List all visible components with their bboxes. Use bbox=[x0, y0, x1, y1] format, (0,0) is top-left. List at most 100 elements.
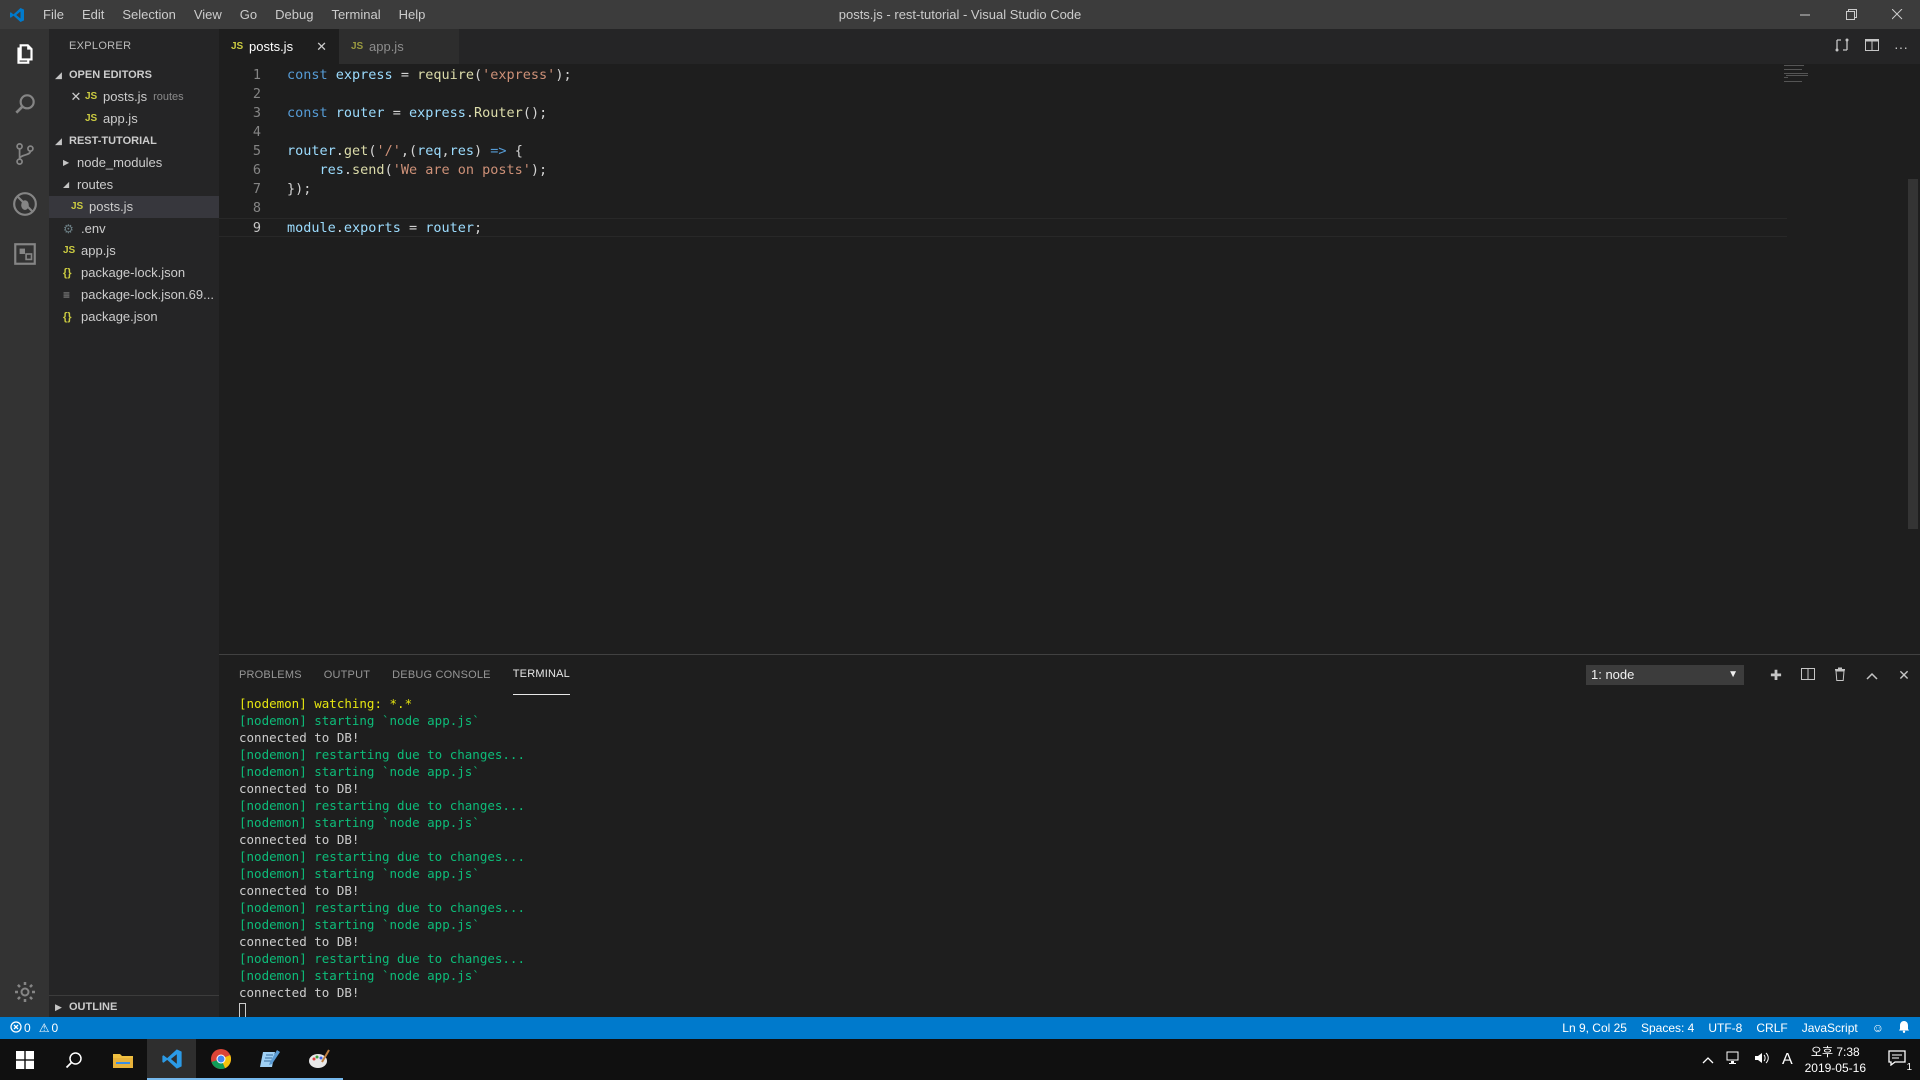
new-terminal-icon[interactable]: ✚ bbox=[1760, 667, 1792, 684]
feedback-smiley-icon[interactable]: ☺ bbox=[1872, 1021, 1884, 1035]
bell-icon[interactable] bbox=[1898, 1020, 1910, 1036]
code-editor[interactable]: 1 const express = require('express'); 2 3… bbox=[219, 64, 1920, 654]
terminal-line: [nodemon] restarting due to changes... bbox=[239, 747, 525, 762]
code-line: 1 const express = require('express'); bbox=[219, 66, 1920, 85]
menu-file[interactable]: File bbox=[34, 0, 73, 29]
end-of-line[interactable]: CRLF bbox=[1756, 1021, 1787, 1035]
terminal-line: [nodemon] restarting due to changes... bbox=[239, 849, 525, 864]
encoding[interactable]: UTF-8 bbox=[1708, 1021, 1742, 1035]
open-editors-section[interactable]: ◢ OPEN EDITORS bbox=[49, 64, 219, 86]
network-icon[interactable] bbox=[1726, 1051, 1742, 1068]
problems-status[interactable]: 0 ⚠ 0 bbox=[0, 1020, 58, 1036]
settings-file-icon: ⚙ bbox=[63, 222, 74, 236]
extensions-icon[interactable] bbox=[0, 229, 49, 279]
minimize-button[interactable] bbox=[1782, 0, 1828, 29]
split-terminal-icon[interactable] bbox=[1792, 667, 1824, 684]
chevron-right-icon: ▶ bbox=[63, 158, 70, 167]
menu-debug[interactable]: Debug bbox=[266, 0, 322, 29]
outline-label: OUTLINE bbox=[69, 1000, 118, 1013]
terminal-line: [nodemon] starting `node app.js` bbox=[239, 764, 480, 779]
file-label: posts.js bbox=[89, 199, 134, 214]
ime-indicator[interactable]: A bbox=[1782, 1051, 1793, 1069]
chevron-up-icon[interactable] bbox=[1702, 1053, 1714, 1067]
maximize-panel-icon[interactable] bbox=[1856, 667, 1888, 683]
file-package-lock-backup[interactable]: ≡ package-lock.json.69... bbox=[49, 284, 219, 306]
close-icon[interactable]: ✕ bbox=[67, 86, 85, 108]
terminal-line: [nodemon] starting `node app.js` bbox=[239, 815, 480, 830]
volume-icon[interactable] bbox=[1754, 1051, 1770, 1068]
scrollbar-thumb[interactable] bbox=[1908, 179, 1918, 529]
close-icon[interactable]: ✕ bbox=[316, 39, 327, 55]
menu-edit[interactable]: Edit bbox=[73, 0, 113, 29]
minimap[interactable] bbox=[1784, 64, 1824, 94]
terminal-line: connected to DB! bbox=[239, 832, 360, 847]
code-line: 2 bbox=[219, 85, 1920, 104]
vscode-taskbar-icon[interactable] bbox=[147, 1039, 196, 1080]
indentation[interactable]: Spaces: 4 bbox=[1641, 1021, 1694, 1035]
open-editor-app-js[interactable]: JS app.js bbox=[49, 108, 219, 130]
tab-terminal[interactable]: TERMINAL bbox=[512, 655, 570, 695]
line-number: 6 bbox=[252, 162, 261, 178]
json-file-icon: {} bbox=[63, 267, 72, 279]
search-icon[interactable] bbox=[0, 79, 49, 129]
file-posts-js[interactable]: JS posts.js bbox=[49, 196, 219, 218]
menu-go[interactable]: Go bbox=[231, 0, 266, 29]
close-panel-icon[interactable]: ✕ bbox=[1888, 667, 1920, 684]
split-editor-icon[interactable] bbox=[1864, 37, 1880, 56]
tab-app-js[interactable]: JS app.js bbox=[339, 29, 459, 64]
terminal-line: [nodemon] restarting due to changes... bbox=[239, 951, 525, 966]
restore-button[interactable] bbox=[1828, 0, 1874, 29]
clock[interactable]: 오후 7:38 2019-05-16 bbox=[1805, 1044, 1866, 1076]
editor-scrollbar[interactable] bbox=[1906, 64, 1920, 654]
tab-output[interactable]: OUTPUT bbox=[324, 655, 381, 695]
title-bar: File Edit Selection View Go Debug Termin… bbox=[0, 0, 1920, 29]
menu-terminal[interactable]: Terminal bbox=[322, 0, 389, 29]
search-icon[interactable] bbox=[49, 1039, 98, 1080]
file-explorer-icon[interactable] bbox=[98, 1039, 147, 1080]
paint-icon[interactable] bbox=[294, 1039, 343, 1080]
js-file-icon: JS bbox=[85, 113, 98, 124]
panel-actions: 1: node ▼ ✚ ✕ bbox=[1586, 655, 1920, 695]
code-line: 3 const router = express.Router(); bbox=[219, 104, 1920, 123]
cursor-position[interactable]: Ln 9, Col 25 bbox=[1562, 1021, 1627, 1035]
file-env[interactable]: ⚙ .env bbox=[49, 218, 219, 240]
menu-view[interactable]: View bbox=[185, 0, 231, 29]
terminal-select[interactable]: 1: node ▼ bbox=[1586, 665, 1744, 685]
tab-problems[interactable]: PROBLEMS bbox=[239, 655, 313, 695]
menu-help[interactable]: Help bbox=[390, 0, 435, 29]
open-editor-posts-js[interactable]: ✕ JS posts.js routes bbox=[49, 86, 219, 108]
source-control-icon[interactable] bbox=[0, 129, 49, 179]
line-number: 3 bbox=[252, 105, 261, 121]
notification-count: 1 bbox=[1906, 1062, 1912, 1073]
open-changes-icon[interactable] bbox=[1834, 37, 1850, 56]
menu-selection[interactable]: Selection bbox=[113, 0, 184, 29]
more-actions-icon[interactable]: ··· bbox=[1894, 39, 1908, 55]
outline-section[interactable]: ▶ OUTLINE bbox=[49, 995, 219, 1017]
js-file-icon: JS bbox=[231, 41, 244, 52]
project-section[interactable]: ◢ REST-TUTORIAL bbox=[49, 130, 219, 152]
windows-start-icon[interactable] bbox=[0, 1039, 49, 1080]
language-mode[interactable]: JavaScript bbox=[1802, 1021, 1858, 1035]
terminal-output[interactable]: [nodemon] watching: *.* [nodemon] startin… bbox=[219, 695, 1920, 1018]
file-package-json[interactable]: {} package.json bbox=[49, 306, 219, 328]
folder-routes[interactable]: ◢ routes bbox=[49, 174, 219, 196]
gear-icon[interactable] bbox=[0, 967, 49, 1017]
file-package-lock-json[interactable]: {} package-lock.json bbox=[49, 262, 219, 284]
trash-icon[interactable] bbox=[1824, 667, 1856, 684]
file-app-js[interactable]: JS app.js bbox=[49, 240, 219, 262]
notification-center-icon[interactable]: 1 bbox=[1888, 1050, 1912, 1073]
notepad-icon[interactable] bbox=[245, 1039, 294, 1080]
terminal-prompt[interactable] bbox=[239, 1001, 1920, 1018]
close-window-button[interactable] bbox=[1874, 0, 1920, 29]
chrome-icon[interactable] bbox=[196, 1039, 245, 1080]
line-number: 8 bbox=[252, 200, 261, 216]
tab-debug-console[interactable]: DEBUG CONSOLE bbox=[392, 655, 502, 695]
tab-posts-js[interactable]: JS posts.js ✕ bbox=[219, 29, 339, 64]
chevron-right-icon: ▶ bbox=[55, 1001, 62, 1012]
tab-label: posts.js bbox=[249, 39, 294, 54]
activity-bar bbox=[0, 29, 49, 1017]
explorer-icon[interactable] bbox=[0, 29, 49, 79]
vscode-logo-icon[interactable] bbox=[0, 0, 34, 29]
debug-icon[interactable] bbox=[0, 179, 49, 229]
folder-node-modules[interactable]: ▶ node_modules bbox=[49, 152, 219, 174]
